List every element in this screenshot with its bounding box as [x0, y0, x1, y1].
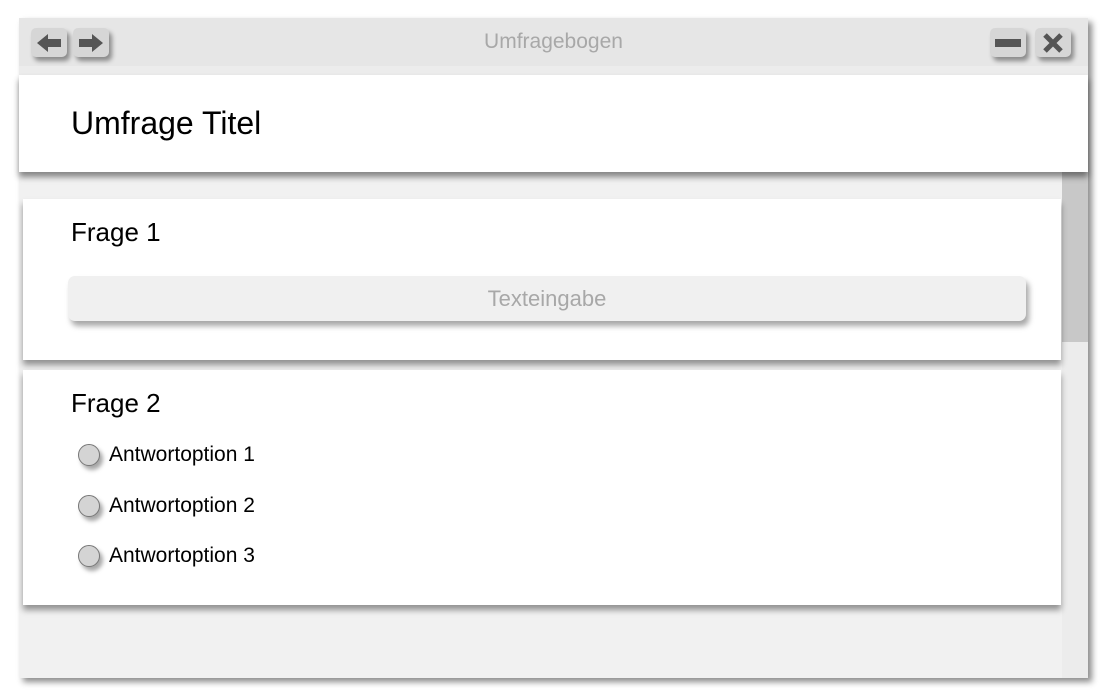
- scrollbar-thumb[interactable]: [1062, 172, 1088, 342]
- radio-button[interactable]: [78, 545, 100, 567]
- radio-option-1[interactable]: Antwortoption 1: [78, 443, 255, 467]
- minimize-icon: [995, 38, 1021, 47]
- survey-title: Umfrage Titel: [71, 105, 262, 141]
- scrollbar[interactable]: [1062, 172, 1088, 678]
- survey-window: Umfragebogen Umfrage Titel Frage 1 Texte…: [19, 18, 1088, 678]
- close-button[interactable]: [1035, 28, 1071, 57]
- question-card-1: Frage 1 Texteingabe: [23, 199, 1061, 360]
- window-title: Umfragebogen: [484, 30, 623, 53]
- radio-button[interactable]: [78, 444, 100, 466]
- radio-button[interactable]: [78, 495, 100, 517]
- title-bar: Umfragebogen: [19, 18, 1088, 66]
- minimize-button[interactable]: [990, 28, 1026, 57]
- question-label: Frage 1: [71, 217, 161, 247]
- radio-option-3[interactable]: Antwortoption 3: [78, 544, 255, 568]
- toolbar-strip: [19, 66, 1088, 75]
- survey-header: Umfrage Titel: [19, 75, 1088, 172]
- question-label: Frage 2: [71, 388, 161, 418]
- text-input[interactable]: Texteingabe: [68, 276, 1026, 321]
- close-icon: [1043, 32, 1063, 53]
- question-card-2: Frage 2 Antwortoption 1 Antwortoption 2 …: [23, 370, 1061, 605]
- option-label: Antwortoption 2: [109, 494, 255, 517]
- radio-option-2[interactable]: Antwortoption 2: [78, 494, 255, 518]
- option-label: Antwortoption 1: [109, 443, 255, 466]
- option-label: Antwortoption 3: [109, 544, 255, 567]
